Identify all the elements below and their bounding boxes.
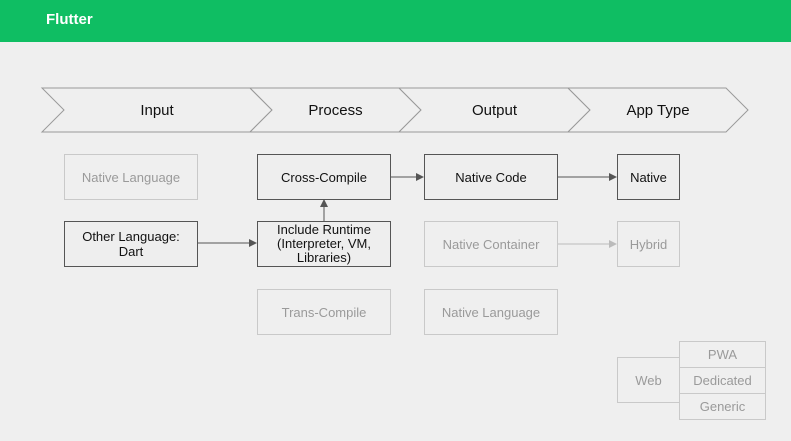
trans-compile-box: Trans-Compile — [257, 289, 391, 335]
native-app-label: Native — [630, 169, 667, 185]
stage-label-input: Input — [140, 101, 174, 119]
stage-label-process: Process — [308, 101, 363, 119]
cross-compile-box: Cross-Compile — [257, 154, 391, 200]
input-dart-label: Other Language: Dart — [82, 229, 180, 259]
input-native-language-label: Native Language — [81, 169, 181, 185]
output-native-language-box: Native Language — [424, 289, 558, 335]
web-variant-generic: Generic — [679, 393, 766, 420]
cross-compile-label: Cross-Compile — [281, 169, 367, 185]
native-code-label: Native Code — [455, 169, 527, 185]
web-variant-pwa: PWA — [679, 341, 766, 368]
web-variant-dedicated: Dedicated — [679, 367, 766, 394]
native-app-box: Native — [617, 154, 680, 200]
web-variant-pwa-label: PWA — [707, 347, 738, 362]
include-runtime-box: Include Runtime (Interpreter, VM, Librar… — [257, 221, 391, 267]
stage-label-output: Output — [471, 101, 518, 119]
native-code-box: Native Code — [424, 154, 558, 200]
input-dart-box: Other Language: Dart — [64, 221, 198, 267]
web-variant-generic-label: Generic — [699, 399, 746, 414]
trans-compile-label: Trans-Compile — [281, 304, 367, 320]
web-app-box: Web — [617, 357, 680, 403]
input-native-language-box: Native Language — [64, 154, 198, 200]
stage-label-app-type: App Type — [626, 101, 690, 119]
web-app-label: Web — [635, 372, 662, 388]
hybrid-app-label: Hybrid — [629, 236, 668, 252]
hybrid-app-box: Hybrid — [617, 221, 680, 267]
output-native-language-label: Native Language — [441, 304, 541, 320]
include-runtime-label: Include Runtime (Interpreter, VM, Librar… — [277, 222, 371, 265]
web-variant-dedicated-label: Dedicated — [693, 373, 752, 388]
native-container-label: Native Container — [442, 236, 540, 252]
native-container-box: Native Container — [424, 221, 558, 267]
